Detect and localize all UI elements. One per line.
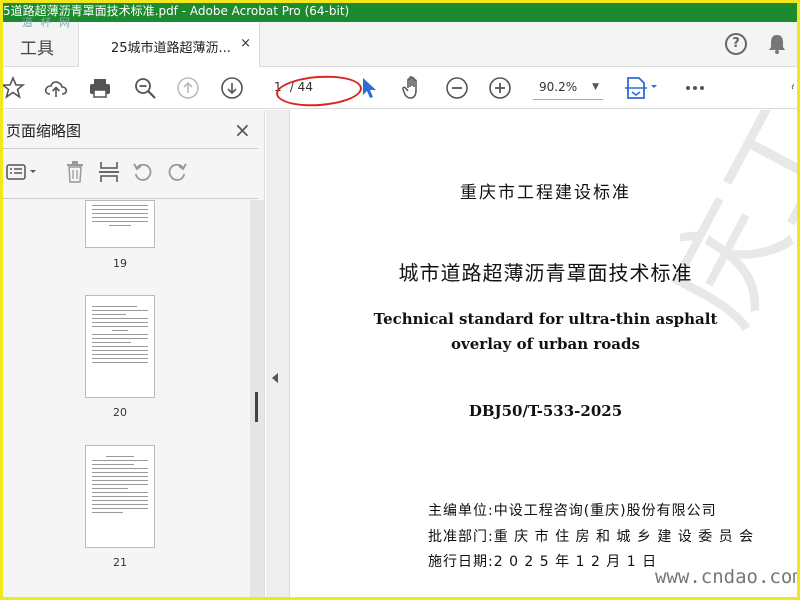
close-panel-icon[interactable]: × [234,118,251,142]
thumbnail-tools [0,158,258,188]
close-tab-icon[interactable]: × [240,36,251,51]
scrollbar-thumb[interactable] [255,392,258,422]
zoom-plus-icon[interactable] [487,75,513,101]
zoom-out-search-icon[interactable] [132,75,158,101]
more-icon[interactable] [682,75,708,101]
document-title-en-line2: overlay of urban roads [451,335,640,353]
thumbnail-options-icon[interactable] [3,158,43,186]
thumbnail-label: 21 [113,556,127,569]
chevron-down-icon: ▼ [592,82,599,92]
insert-page-icon[interactable] [96,158,122,186]
rotate-right-icon[interactable] [164,158,190,186]
main-toolbar: 1 / 44 90.2% ▼ [0,67,800,109]
collapse-arrow-icon[interactable] [272,373,278,383]
partial-toolbar-icon[interactable] [788,75,800,101]
divider [0,198,258,199]
page-thumbnails-panel: 页面缩略图 × 19 20 21 [0,110,265,600]
help-icon[interactable]: ? [725,33,747,55]
zoom-minus-icon[interactable] [444,75,470,101]
select-cursor-icon[interactable] [356,75,382,101]
site-logo-watermark: 道 杯 网 [22,16,72,29]
prev-page-icon[interactable] [175,75,201,101]
zoom-level-value: 90.2% [539,80,578,94]
divider [0,148,258,149]
document-title: 城市道路超薄沥青罩面技术标准 [398,261,693,285]
zoom-level-select[interactable]: 90.2% ▼ [533,76,603,100]
next-page-icon[interactable] [219,75,245,101]
tab-document-label: 25城市道路超薄沥... [111,41,231,56]
window-title-bar: 5道路超薄沥青罩面技术标准.pdf - Adobe Acrobat Pro (6… [0,0,800,22]
delete-icon[interactable] [62,158,88,186]
document-approver: 批准部门:重 庆 市 住 房 和 城 乡 建 设 委 员 会 [428,529,755,545]
panel-splitter[interactable] [266,110,290,600]
tab-document[interactable]: 25城市道路超薄沥... × [78,22,260,68]
site-watermark: www.cndao.com [655,566,800,588]
upload-cloud-icon[interactable] [43,75,69,101]
bell-icon[interactable] [766,33,788,55]
document-title-en-line1: Technical standard for ultra-thin asphal… [373,310,718,328]
thumbnail-label: 19 [113,257,127,270]
document-effective-date: 施行日期:2 0 2 5 年 1 2 月 1 日 [428,554,658,570]
panel-title: 页面缩略图 [6,122,82,140]
document-viewer[interactable]: 庆工程建设 重庆市工程建设标准 城市道路超薄沥青罩面技术标准 Technical… [291,110,800,600]
hand-icon[interactable] [400,75,426,101]
document-header: 重庆市工程建设标准 [460,183,631,203]
document-code: DBJ50/T-533-2025 [468,402,623,420]
thumbnail-page-21[interactable] [85,445,155,548]
thumbnail-label: 20 [113,406,127,419]
document-editor: 主编单位:中设工程咨询(重庆)股份有限公司 [428,503,717,519]
rotate-left-icon[interactable] [130,158,156,186]
thumbnail-page-19[interactable] [85,200,155,248]
tab-bar: 工具 25城市道路超薄沥... × ? [0,22,800,68]
star-icon[interactable] [0,75,26,101]
page-fit-icon[interactable] [622,75,662,101]
thumbnail-page-20[interactable] [85,295,155,398]
print-icon[interactable] [87,75,113,101]
